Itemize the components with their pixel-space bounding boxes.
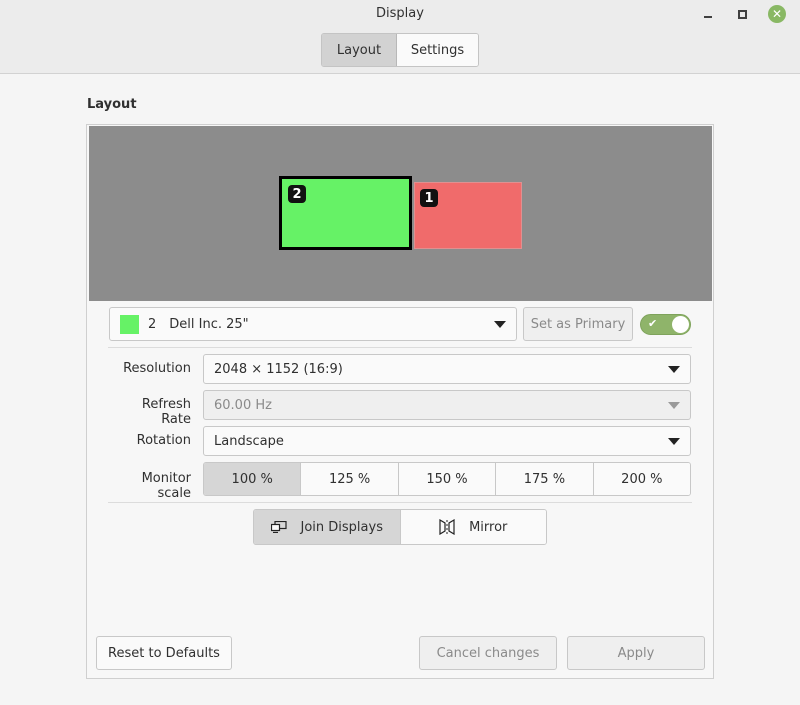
scale-option-100[interactable]: 100 % bbox=[204, 463, 302, 495]
reset-to-defaults-button[interactable]: Reset to Defaults bbox=[96, 636, 232, 670]
mirror-label: Mirror bbox=[469, 519, 508, 535]
check-icon: ✔ bbox=[648, 317, 658, 330]
scale-option-175[interactable]: 175 % bbox=[496, 463, 594, 495]
monitor-name: Dell Inc. 25" bbox=[169, 316, 249, 332]
mirror-icon bbox=[439, 519, 455, 535]
display-mode-group: Join Displays Mirror bbox=[253, 509, 547, 545]
resolution-label: Resolution bbox=[123, 361, 191, 376]
refresh-rate-select[interactable]: 60.00 Hz bbox=[203, 390, 691, 420]
divider bbox=[108, 502, 692, 503]
monitor-arrangement-canvas[interactable]: 2 1 bbox=[89, 126, 712, 301]
resolution-select[interactable]: 2048 × 1152 (16:9) bbox=[203, 354, 691, 384]
resolution-value: 2048 × 1152 (16:9) bbox=[214, 361, 343, 377]
chevron-down-icon bbox=[668, 438, 680, 445]
monitor-enable-switch[interactable]: ✔ bbox=[640, 314, 691, 335]
monitor-2-badge: 2 bbox=[288, 185, 306, 203]
set-as-primary-button[interactable]: Set as Primary bbox=[523, 307, 633, 341]
minimize-button[interactable] bbox=[698, 4, 718, 24]
scale-option-150[interactable]: 150 % bbox=[398, 463, 497, 495]
apply-button[interactable]: Apply bbox=[567, 636, 705, 670]
monitor-1-badge: 1 bbox=[420, 189, 438, 207]
mirror-button[interactable]: Mirror bbox=[400, 510, 546, 544]
section-title: Layout bbox=[87, 97, 137, 112]
tab-layout[interactable]: Layout bbox=[322, 34, 397, 66]
monitor-number: 2 bbox=[148, 316, 157, 332]
monitor-color-swatch bbox=[120, 314, 139, 334]
join-displays-label: Join Displays bbox=[300, 519, 383, 535]
monitor-select[interactable]: 2 Dell Inc. 25" bbox=[109, 307, 517, 341]
close-icon: ✕ bbox=[771, 7, 783, 21]
switch-knob bbox=[672, 316, 689, 333]
divider bbox=[108, 347, 692, 348]
monitor-1-preview[interactable]: 1 bbox=[414, 182, 522, 249]
cancel-changes-button[interactable]: Cancel changes bbox=[419, 636, 557, 670]
monitor-scale-label: Monitor scale bbox=[141, 471, 191, 501]
minimize-icon bbox=[704, 16, 712, 18]
tab-settings[interactable]: Settings bbox=[397, 34, 478, 66]
monitor-2-preview[interactable]: 2 bbox=[279, 176, 412, 250]
refresh-rate-value: 60.00 Hz bbox=[214, 397, 272, 413]
join-displays-button[interactable]: Join Displays bbox=[254, 510, 401, 544]
monitor-scale-group: 100 % 125 % 150 % 175 % 200 % bbox=[203, 462, 691, 496]
rotation-value: Landscape bbox=[214, 433, 284, 449]
title-bar: Display ✕ Layout Settings bbox=[0, 0, 800, 74]
close-button[interactable]: ✕ bbox=[768, 5, 786, 23]
scale-option-200[interactable]: 200 % bbox=[593, 463, 690, 495]
rotation-label: Rotation bbox=[136, 433, 191, 448]
chevron-down-icon bbox=[668, 402, 680, 409]
scale-option-125[interactable]: 125 % bbox=[301, 463, 399, 495]
chevron-down-icon bbox=[494, 321, 506, 328]
view-switcher: Layout Settings bbox=[321, 33, 479, 67]
rotation-select[interactable]: Landscape bbox=[203, 426, 691, 456]
chevron-down-icon bbox=[668, 366, 680, 373]
maximize-icon bbox=[737, 9, 747, 19]
refresh-rate-label: Refresh Rate bbox=[141, 397, 191, 427]
window-title: Display bbox=[376, 6, 424, 21]
join-displays-icon bbox=[270, 521, 287, 533]
maximize-button[interactable] bbox=[732, 4, 752, 24]
